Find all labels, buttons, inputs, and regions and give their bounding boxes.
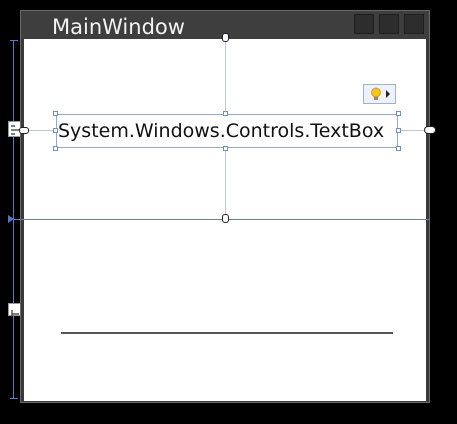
resize-handle-left[interactable]: [53, 128, 58, 133]
separator-line[interactable]: [61, 332, 393, 334]
resize-handle-bottom[interactable]: [223, 146, 228, 151]
window-title: MainWindow: [52, 15, 185, 39]
resize-handle-top-right[interactable]: [396, 111, 401, 116]
top-anchor-icon[interactable]: [222, 33, 229, 42]
quick-actions-button[interactable]: [363, 84, 396, 104]
ruler-bottom-tick: [10, 398, 18, 399]
bottom-anchor-icon[interactable]: [222, 214, 229, 223]
resize-handle-bottom-left[interactable]: [53, 146, 58, 151]
top-margin-guide: [225, 38, 226, 114]
left-anchor-icon[interactable]: [19, 127, 29, 134]
maximize-button[interactable]: [379, 14, 399, 34]
minimize-button[interactable]: [354, 14, 374, 34]
bottom-margin-guide: [225, 148, 226, 218]
right-anchor-icon[interactable]: [424, 126, 436, 134]
close-button[interactable]: [404, 14, 424, 34]
resize-handle-right[interactable]: [396, 128, 401, 133]
resize-handle-bottom-right[interactable]: [396, 146, 401, 151]
selected-textbox[interactable]: System.Windows.Controls.TextBox: [56, 114, 398, 148]
lightbulb-icon: [371, 87, 390, 100]
resize-handle-top-left[interactable]: [53, 111, 58, 116]
right-margin-guide: [398, 130, 426, 131]
resize-handle-top[interactable]: [223, 111, 228, 116]
ruler-top-tick: [10, 40, 18, 41]
